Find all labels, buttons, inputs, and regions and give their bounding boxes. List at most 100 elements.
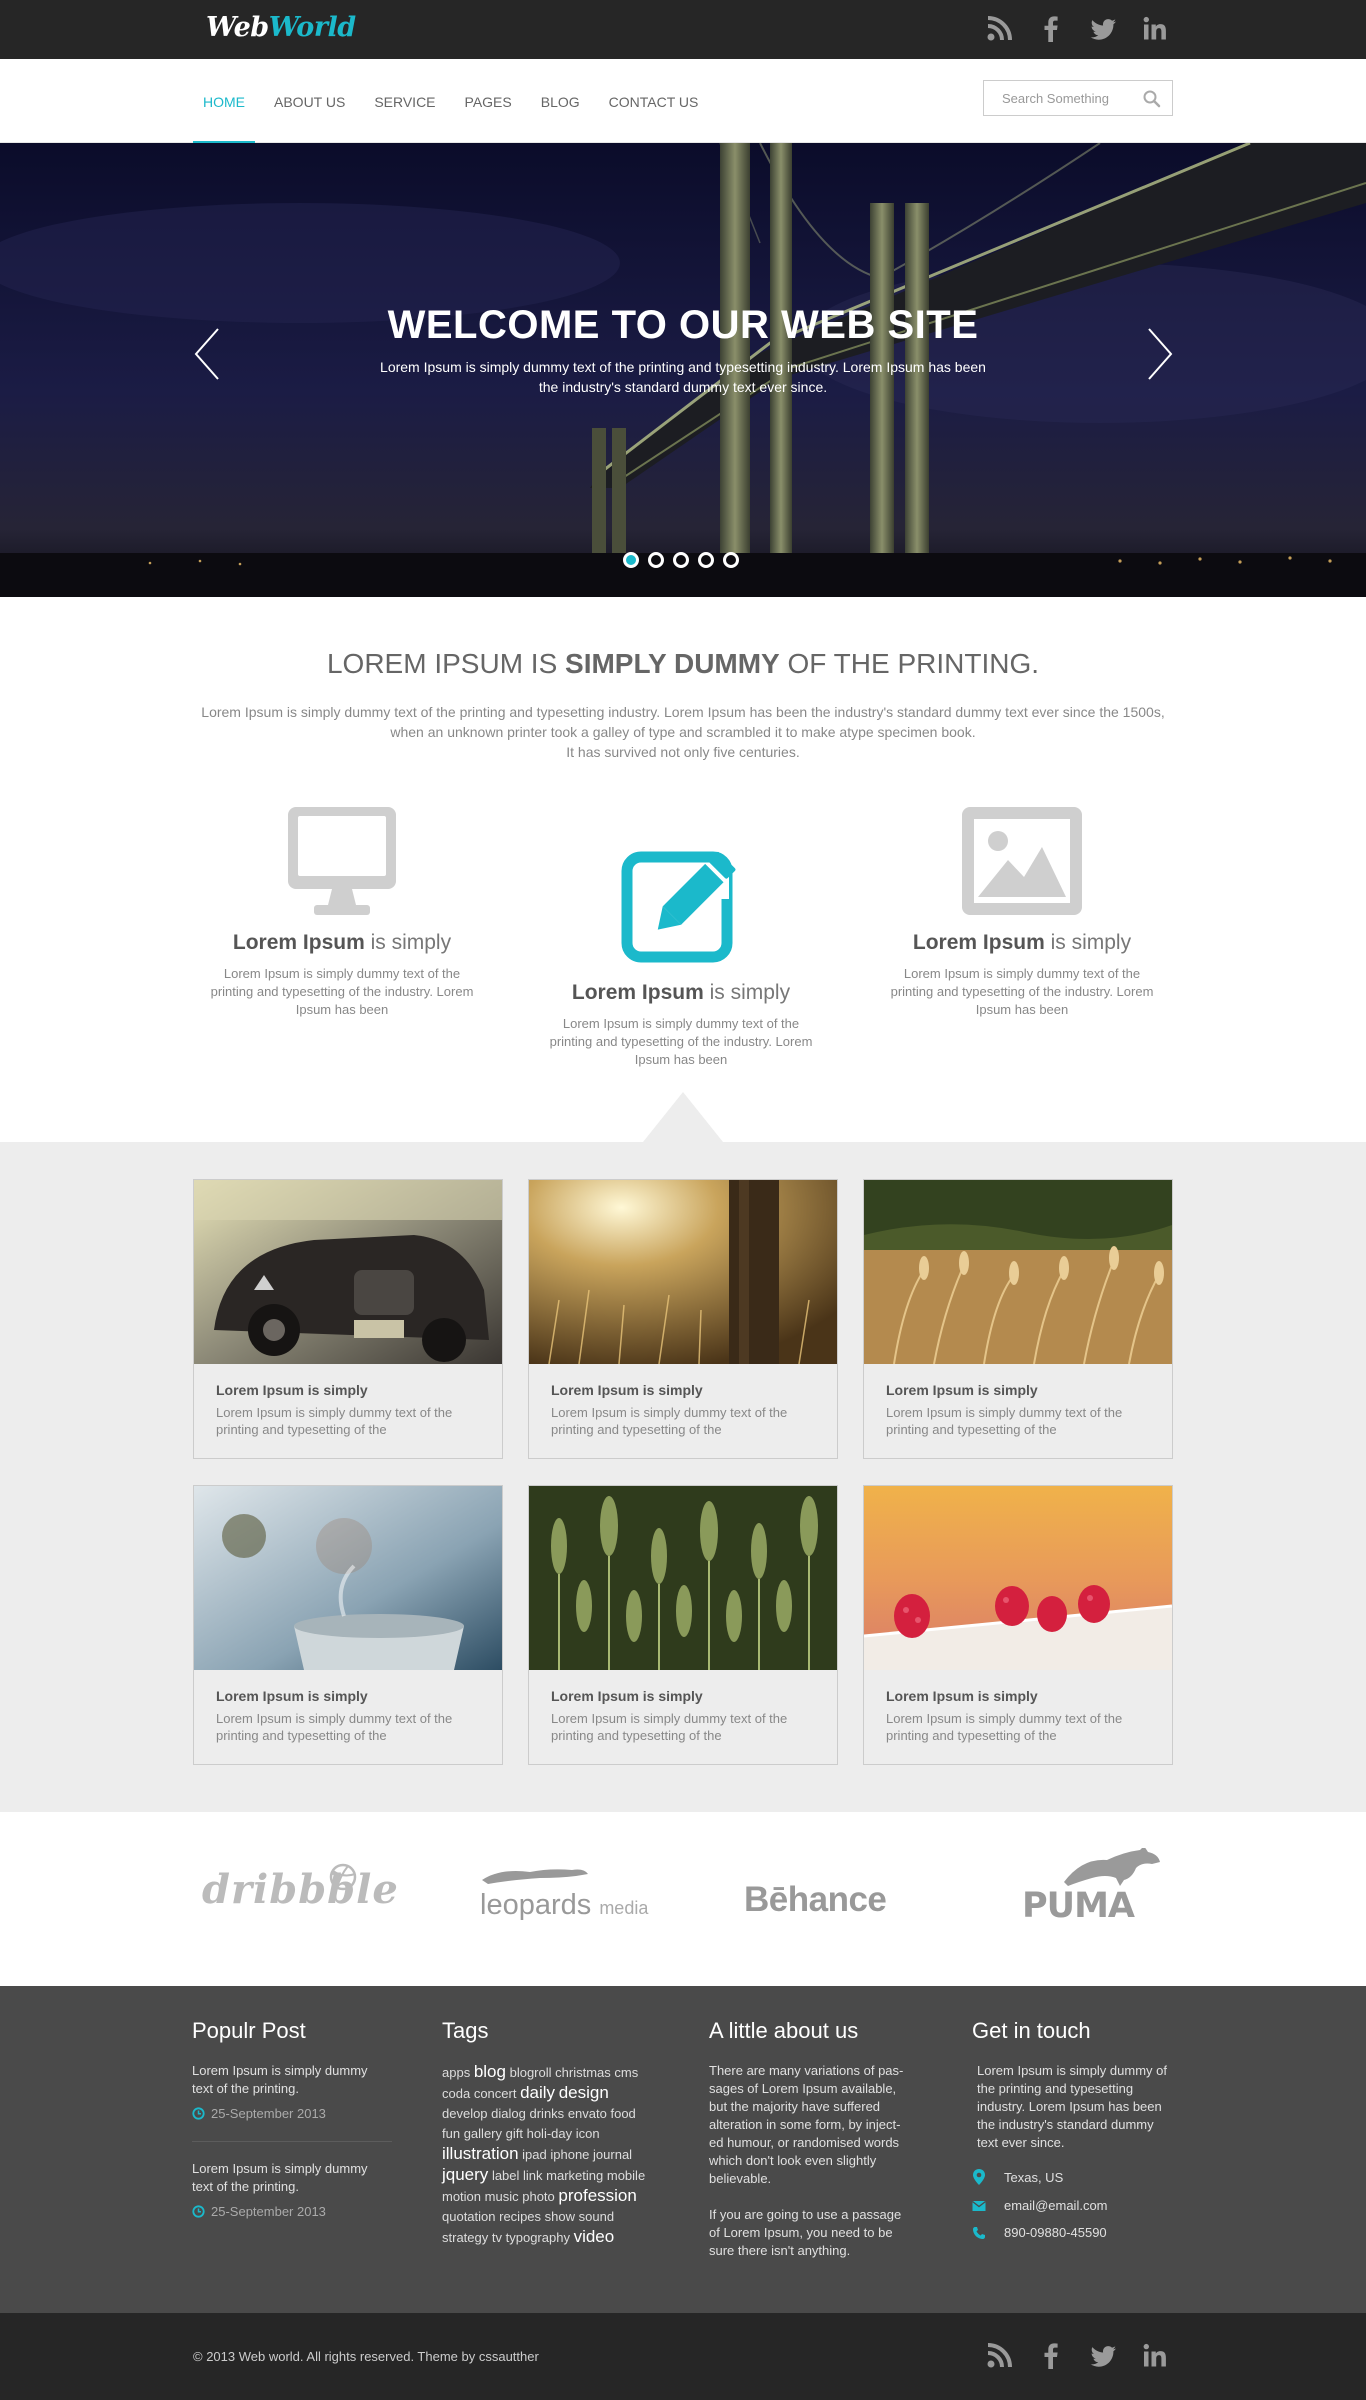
tag-item[interactable]: daily <box>520 2083 555 2102</box>
footer: Populr Post Lorem Ipsum is simply dummy … <box>0 1986 1366 2313</box>
tag-item[interactable]: music <box>485 2189 519 2204</box>
gallery-card-1[interactable]: Lorem Ipsum is simply Lorem Ipsum is sim… <box>193 1179 503 1459</box>
popular-post-2-date-text: 25-September 2013 <box>211 2204 326 2219</box>
facebook-icon[interactable] <box>1036 14 1066 44</box>
nav-item-service[interactable]: SERVICE <box>364 59 445 143</box>
feature-2-title-bold: Lorem Ipsum <box>571 981 704 1004</box>
nav-item-blog[interactable]: BLOG <box>531 59 590 143</box>
tag-item[interactable]: illustration <box>442 2144 519 2163</box>
tag-item[interactable]: concert <box>474 2086 517 2101</box>
tag-item[interactable]: coda <box>442 2086 470 2101</box>
tag-item[interactable]: design <box>559 2083 609 2102</box>
feature-3: Lorem Ipsum is simply Lorem Ipsum is sim… <box>872 805 1172 1019</box>
tag-item[interactable]: ipad <box>522 2147 547 2162</box>
monitor-icon <box>288 807 396 915</box>
tag-item[interactable]: fun <box>442 2126 460 2141</box>
tag-item[interactable]: label <box>492 2168 519 2183</box>
tag-item[interactable]: dialog <box>491 2106 526 2121</box>
tag-item[interactable]: iphone <box>550 2147 589 2162</box>
tag-item[interactable]: apps <box>442 2065 470 2080</box>
tag-item[interactable]: gift <box>506 2126 523 2141</box>
tag-item[interactable]: link <box>523 2168 543 2183</box>
contact-phone[interactable]: 890-09880-45590 <box>972 2225 1172 2240</box>
tag-item[interactable]: blog <box>474 2062 506 2081</box>
slider-dot-5[interactable] <box>723 552 739 568</box>
slider-dots <box>623 552 739 568</box>
logo[interactable]: WebWorld <box>206 12 356 43</box>
tag-item[interactable]: profession <box>558 2186 636 2205</box>
linkedin-icon[interactable] <box>1140 14 1170 44</box>
brand-leopards-media[interactable]: leopards media <box>480 1864 648 1922</box>
tag-item[interactable]: sound <box>579 2209 614 2224</box>
gallery-card-3[interactable]: Lorem Ipsum is simply Lorem Ipsum is sim… <box>863 1179 1173 1459</box>
tag-item[interactable]: quotation <box>442 2209 496 2224</box>
search-input[interactable] <box>984 81 1134 115</box>
search-box <box>983 80 1173 116</box>
tag-item[interactable]: mobile <box>607 2168 645 2183</box>
gallery-card-2[interactable]: Lorem Ipsum is simply Lorem Ipsum is sim… <box>528 1179 838 1459</box>
tag-item[interactable]: food <box>610 2106 635 2121</box>
nav-item-home[interactable]: HOME <box>193 59 255 144</box>
slider-dot-2[interactable] <box>648 552 664 568</box>
facebook-icon[interactable] <box>1036 2341 1066 2371</box>
tag-item[interactable]: journal <box>593 2147 632 2162</box>
popular-post-1[interactable]: Lorem Ipsum is simply dummy text of the … <box>192 2062 392 2121</box>
tag-item[interactable]: christmas <box>555 2065 611 2080</box>
rss-icon[interactable] <box>984 14 1014 44</box>
contact-email[interactable]: email@email.com <box>972 2198 1172 2213</box>
nav-item-pages[interactable]: PAGES <box>455 59 522 143</box>
slider-dot-1[interactable] <box>623 552 639 568</box>
gallery-card-4[interactable]: Lorem Ipsum is simply Lorem Ipsum is sim… <box>193 1485 503 1765</box>
tag-item[interactable]: motion <box>442 2189 481 2204</box>
gallery-card-5[interactable]: Lorem Ipsum is simply Lorem Ipsum is sim… <box>528 1485 838 1765</box>
logo-part1: Web <box>206 12 269 43</box>
contact-location-text: Texas, US <box>1004 2169 1064 2185</box>
gallery-card-1-title: Lorem Ipsum is simply <box>216 1382 368 1398</box>
social-links-top <box>984 14 1170 44</box>
nav-menu: HOME ABOUT US SERVICE PAGES BLOG CONTACT… <box>193 59 717 144</box>
brand-dribbble[interactable]: dribbble <box>202 1863 399 1913</box>
tag-item[interactable]: drinks <box>530 2106 565 2121</box>
tag-item[interactable]: gallery <box>464 2126 502 2141</box>
gallery-card-6[interactable]: Lorem Ipsum is simply Lorem Ipsum is sim… <box>863 1485 1173 1765</box>
tag-item[interactable]: envato <box>568 2106 607 2121</box>
tag-item[interactable]: show <box>545 2209 575 2224</box>
tag-item[interactable]: icon <box>576 2126 600 2141</box>
search-icon[interactable] <box>1142 89 1162 109</box>
phone-icon <box>973 2226 985 2239</box>
gallery-card-6-text: Lorem Ipsum is simply dummy text of the … <box>886 1711 1123 1743</box>
hero-slider: WELCOME TO OUR WEB SITE Lorem Ipsum is s… <box>0 143 1366 597</box>
linkedin-icon[interactable] <box>1140 2341 1170 2371</box>
footer-popular-heading: Populr Post <box>192 2018 306 2043</box>
tag-item[interactable]: tv <box>492 2230 502 2245</box>
rss-icon[interactable] <box>984 2341 1014 2371</box>
tag-item[interactable]: recipes <box>499 2209 541 2224</box>
tag-item[interactable]: photo <box>522 2189 555 2204</box>
tag-item[interactable]: blogroll <box>510 2065 552 2080</box>
tag-item[interactable]: jquery <box>442 2165 488 2184</box>
tag-item[interactable]: strategy <box>442 2230 488 2245</box>
popular-post-2[interactable]: Lorem Ipsum is simply dummy text of the … <box>192 2160 392 2219</box>
tag-item[interactable]: video <box>574 2227 615 2246</box>
twitter-icon[interactable] <box>1088 14 1118 44</box>
slider-prev-arrow-icon[interactable] <box>192 326 222 382</box>
tag-item[interactable]: marketing <box>546 2168 603 2183</box>
brand-behance[interactable]: Bēhance <box>744 1880 887 1920</box>
envelope-icon <box>972 2200 986 2211</box>
footer-popular-posts: Populr Post Lorem Ipsum is simply dummy … <box>192 2018 392 2219</box>
slider-dot-3[interactable] <box>673 552 689 568</box>
footer-about-p2: If you are going to use a passage of Lor… <box>709 2207 902 2258</box>
twitter-icon[interactable] <box>1088 2341 1118 2371</box>
tag-cloud: apps blog blogroll christmas cms coda co… <box>442 2062 647 2248</box>
feature-3-title-bold: Lorem Ipsum <box>912 931 1045 954</box>
tag-item[interactable]: typography <box>506 2230 570 2245</box>
slider-dot-4[interactable] <box>698 552 714 568</box>
nav-item-contact-us[interactable]: CONTACT US <box>599 59 709 143</box>
tag-item[interactable]: develop <box>442 2106 488 2121</box>
feature-2-title-rest: is simply <box>703 981 791 1004</box>
tag-item[interactable]: cms <box>614 2065 638 2080</box>
tag-item[interactable]: holi-day <box>527 2126 573 2141</box>
nav-item-about-us[interactable]: ABOUT US <box>264 59 355 143</box>
slider-next-arrow-icon[interactable] <box>1145 326 1175 382</box>
footer-tags-heading: Tags <box>442 2018 489 2043</box>
